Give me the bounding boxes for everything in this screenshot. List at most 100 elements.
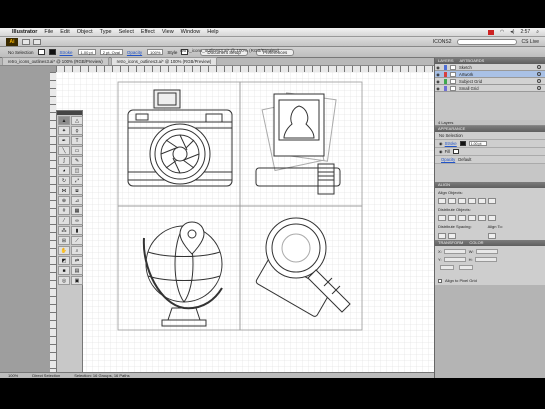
stroke-link[interactable]: Stroke <box>60 50 73 55</box>
direct-selection-tool-icon[interactable]: △ <box>71 116 83 125</box>
blend-tool-icon[interactable]: ∞ <box>71 216 83 225</box>
wifi-icon[interactable]: ◠ <box>500 29 504 35</box>
menu-select[interactable]: Select <box>119 29 134 35</box>
menu-help[interactable]: Help <box>207 29 218 35</box>
menu-effect[interactable]: Effect <box>141 29 155 35</box>
visibility-eye-icon[interactable]: ◉ <box>435 86 441 91</box>
spotlight-icon[interactable]: ⌕ <box>536 29 539 35</box>
opacity-link[interactable]: Opacity <box>127 50 142 55</box>
swap-fill-stroke-icon[interactable]: ⇄ <box>71 256 83 265</box>
free-transform-tool-icon[interactable]: ⧈ <box>71 186 83 195</box>
pencil-tool-icon[interactable]: ✎ <box>71 156 83 165</box>
transform-tab[interactable]: TRANSFORM <box>438 240 463 246</box>
slice-tool-icon[interactable]: ⟋ <box>71 236 83 245</box>
selection-tool-icon[interactable]: ▲ <box>58 116 70 125</box>
appearance-fill-row[interactable]: ◉ Fill <box>435 148 545 156</box>
eraser-tool-icon[interactable]: ◫ <box>71 166 83 175</box>
align-top-icon[interactable] <box>468 197 476 204</box>
appearance-stroke-link[interactable]: Stroke <box>445 141 457 146</box>
layer-target-icon[interactable] <box>537 86 541 90</box>
align-right-icon[interactable] <box>458 197 466 204</box>
distribute-right-icon[interactable] <box>488 214 496 221</box>
menu-object[interactable]: Object <box>77 29 93 35</box>
color-mode-icon[interactable]: ■ <box>58 266 70 275</box>
layer-name[interactable]: Sketch <box>459 65 472 70</box>
zoom-tool-icon[interactable]: ⌕ <box>71 246 83 255</box>
type-tool-icon[interactable]: T <box>71 136 83 145</box>
menu-type[interactable]: Type <box>100 29 112 35</box>
opacity-field[interactable]: 100% <box>147 49 164 55</box>
mesh-tool-icon[interactable]: # <box>58 206 70 215</box>
align-pixel-grid-checkbox[interactable] <box>438 278 442 283</box>
x-field[interactable] <box>443 249 466 254</box>
distribute-spacing-v-icon[interactable] <box>438 232 446 239</box>
align-pixel-grid-row[interactable]: Align to Pixel Grid <box>435 276 545 285</box>
w-field[interactable] <box>475 249 498 254</box>
arrange-documents-icon[interactable] <box>33 38 41 45</box>
shape-builder-tool-icon[interactable]: ⊕ <box>58 196 70 205</box>
menu-app-name[interactable]: Illustrator <box>12 29 37 35</box>
menu-edit[interactable]: Edit <box>60 29 69 35</box>
shear-field[interactable] <box>459 265 473 270</box>
magic-wand-tool-icon[interactable]: ✦ <box>58 126 70 135</box>
appearance-opacity-row[interactable]: Opacity Default <box>435 156 545 164</box>
appearance-stroke-row[interactable]: ◉ Stroke 1.00 pt <box>435 140 545 148</box>
scale-tool-icon[interactable]: ⤢ <box>71 176 83 185</box>
lasso-tool-icon[interactable]: ϙ <box>71 126 83 135</box>
visibility-eye-icon[interactable]: ◉ <box>435 79 441 84</box>
document-tab-1[interactable]: retro_icons_outlines3.ai* @ 100% (RGB/Pr… <box>2 57 109 65</box>
pen-tool-icon[interactable]: ✒ <box>58 136 70 145</box>
column-graph-tool-icon[interactable]: ▮ <box>71 226 83 235</box>
cs-live-button[interactable]: CS Live <box>521 39 539 45</box>
appearance-stroke-weight[interactable]: 1.00 pt <box>468 141 487 146</box>
rectangle-tool-icon[interactable]: ▭ <box>71 146 83 155</box>
perspective-grid-tool-icon[interactable]: ⊿ <box>71 196 83 205</box>
color-tab[interactable]: COLOR <box>469 240 483 246</box>
menu-file[interactable]: File <box>44 29 53 35</box>
document-tab-2[interactable]: retro_icons_outlines3.ai* @ 100% (RGB/Pr… <box>110 57 218 65</box>
layer-row-subject-grid[interactable]: ◉ Subject Grid <box>435 78 545 85</box>
workspace-switcher[interactable]: ICONS2 <box>433 39 452 45</box>
screen-mode-icon[interactable]: ▣ <box>71 276 83 285</box>
layer-target-icon[interactable] <box>537 79 541 83</box>
visibility-eye-icon[interactable]: ◉ <box>435 72 441 77</box>
align-center-h-icon[interactable] <box>448 197 456 204</box>
layers-tab[interactable]: LAYERS <box>438 58 454 64</box>
eyedropper-tool-icon[interactable]: ⁄ <box>58 216 70 225</box>
distribute-top-icon[interactable] <box>438 214 446 221</box>
align-left-icon[interactable] <box>438 197 446 204</box>
align-tab[interactable]: ALIGN <box>438 182 450 188</box>
width-tool-icon[interactable]: ⋈ <box>58 186 70 195</box>
align-bottom-icon[interactable] <box>488 197 496 204</box>
appearance-stroke-swatch[interactable] <box>459 141 466 146</box>
artboard-canvas[interactable] <box>56 72 434 372</box>
menu-window[interactable]: Window <box>181 29 201 35</box>
stroke-swatch[interactable] <box>48 49 56 55</box>
brush-definition-field[interactable]: 2 pt. Oval <box>99 49 123 55</box>
distribute-bottom-icon[interactable] <box>458 214 466 221</box>
stroke-weight-field[interactable]: 1.00 pt <box>77 49 96 55</box>
paintbrush-tool-icon[interactable]: ʃ <box>58 156 70 165</box>
distribute-center-v-icon[interactable] <box>448 214 456 221</box>
distribute-spacing-h-icon[interactable] <box>448 232 456 239</box>
appearance-opacity-link[interactable]: Opacity <box>441 157 455 162</box>
clock[interactable]: 2:57 <box>520 29 530 35</box>
layer-name[interactable]: Subject Grid <box>459 79 482 84</box>
y-field[interactable] <box>443 257 466 262</box>
appearance-fill-swatch[interactable] <box>453 149 460 154</box>
artboard-tool-icon[interactable]: ⊞ <box>58 236 70 245</box>
visibility-eye-icon[interactable]: ◉ <box>439 149 443 154</box>
rotate-tool-icon[interactable]: ↻ <box>58 176 70 185</box>
rotate-field[interactable] <box>440 265 454 270</box>
hand-tool-icon[interactable]: ✋ <box>58 246 70 255</box>
align-to-selection-icon[interactable] <box>488 232 496 239</box>
align-center-v-icon[interactable] <box>478 197 486 204</box>
gradient-tool-icon[interactable]: ▦ <box>71 206 83 215</box>
visibility-eye-icon[interactable]: ◉ <box>435 65 441 70</box>
menu-view[interactable]: View <box>162 29 174 35</box>
help-search-input[interactable] <box>457 38 518 45</box>
line-tool-icon[interactable]: ╲ <box>58 146 70 155</box>
layer-row-artwork[interactable]: ◉ Artwork <box>435 71 545 78</box>
fill-stroke-swatch-icon[interactable]: ◩ <box>58 256 70 265</box>
visibility-eye-icon[interactable]: ◉ <box>439 141 443 146</box>
